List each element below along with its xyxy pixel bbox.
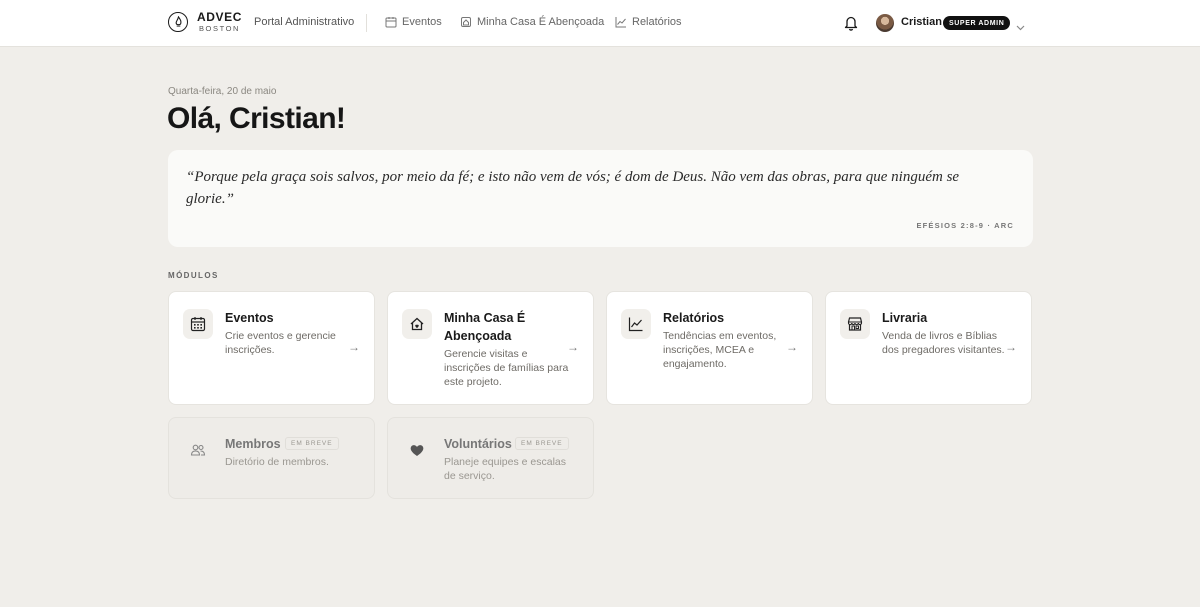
- module-description: Diretório de membros.: [225, 456, 329, 468]
- module-description: Crie eventos e gerencie inscrições.: [225, 330, 336, 356]
- module-card-livraria[interactable]: Livraria Venda de livros e Bíblias dos p…: [825, 291, 1032, 405]
- module-description: Tendências em eventos, inscrições, MCEA …: [663, 330, 777, 370]
- verse-text: “Porque pela graça sois salvos, por meio…: [186, 169, 960, 207]
- module-card-voluntarios: Voluntários EM BREVE Planeje equipes e e…: [387, 417, 594, 499]
- flame-logo-icon: [168, 11, 188, 32]
- bell-icon[interactable]: [843, 14, 859, 36]
- module-description: Venda de livros e Bíblias dos pregadores…: [882, 330, 1005, 356]
- store-icon: [840, 309, 870, 339]
- coming-soon-badge: EM BREVE: [515, 437, 569, 450]
- coming-soon-badge: EM BREVE: [285, 437, 339, 450]
- module-card-membros: Membros EM BREVE Diretório de membros.: [168, 417, 375, 499]
- chart-icon: [615, 17, 626, 28]
- chart-icon: [621, 309, 651, 339]
- user-name[interactable]: Cristian: [901, 16, 942, 28]
- current-date: Quarta-feira, 20 de maio: [168, 86, 277, 97]
- module-card-eventos[interactable]: Eventos Crie eventos e gerencie inscriçõ…: [168, 291, 375, 405]
- portal-label: Portal Administrativo: [254, 16, 355, 28]
- nav-item-relatorios[interactable]: Relatórios: [615, 16, 682, 28]
- nav-item-label: Minha Casa É Abençoada: [477, 16, 605, 28]
- brand[interactable]: ADVEC BOSTON: [168, 11, 242, 33]
- module-card-relatorios[interactable]: Relatórios Tendências em eventos, inscri…: [606, 291, 813, 405]
- page-title: Olá, Cristian!: [167, 102, 346, 135]
- arrow-right-icon: →: [567, 340, 579, 354]
- chevron-down-icon[interactable]: [1016, 18, 1025, 36]
- module-description: Gerencie visitas e inscrições de família…: [444, 348, 569, 388]
- nav-item-label: Eventos: [402, 16, 442, 28]
- arrow-right-icon: →: [348, 340, 360, 354]
- avatar[interactable]: [876, 14, 894, 32]
- verse-card: “Porque pela graça sois salvos, por meio…: [168, 150, 1033, 247]
- calendar-icon: [183, 309, 213, 339]
- module-title: Livraria: [882, 311, 928, 325]
- home-icon: [402, 309, 432, 339]
- module-card-minha-casa[interactable]: Minha Casa É Abençoada Gerencie visitas …: [387, 291, 594, 405]
- role-badge: SUPER ADMIN: [943, 16, 1011, 30]
- brand-name: ADVEC: [197, 10, 243, 24]
- arrow-right-icon: →: [786, 340, 798, 354]
- brand-subtitle: BOSTON: [198, 24, 241, 33]
- module-title: Relatórios: [663, 311, 725, 325]
- home-icon: [461, 17, 471, 27]
- module-title: Minha Casa É Abençoada: [444, 311, 526, 343]
- arrow-right-icon: →: [1005, 340, 1017, 354]
- heart-icon: [402, 435, 432, 465]
- modules-section-label: MÓDULOS: [168, 271, 219, 280]
- nav-item-eventos[interactable]: Eventos: [385, 16, 442, 28]
- nav-item-minha-casa[interactable]: Minha Casa É Abençoada: [460, 16, 604, 28]
- verse-reference: EFÉSIOS 2:8-9 · ARC: [916, 221, 1014, 230]
- module-title: Eventos: [225, 311, 274, 325]
- module-description: Planeje equipes e escalas de serviço.: [444, 456, 567, 482]
- calendar-icon: [385, 17, 397, 28]
- nav-divider: [366, 14, 367, 32]
- nav-item-label: Relatórios: [632, 16, 682, 28]
- users-icon: [183, 435, 213, 465]
- top-navbar: ADVEC BOSTON Portal Administrativo Event…: [0, 0, 1200, 47]
